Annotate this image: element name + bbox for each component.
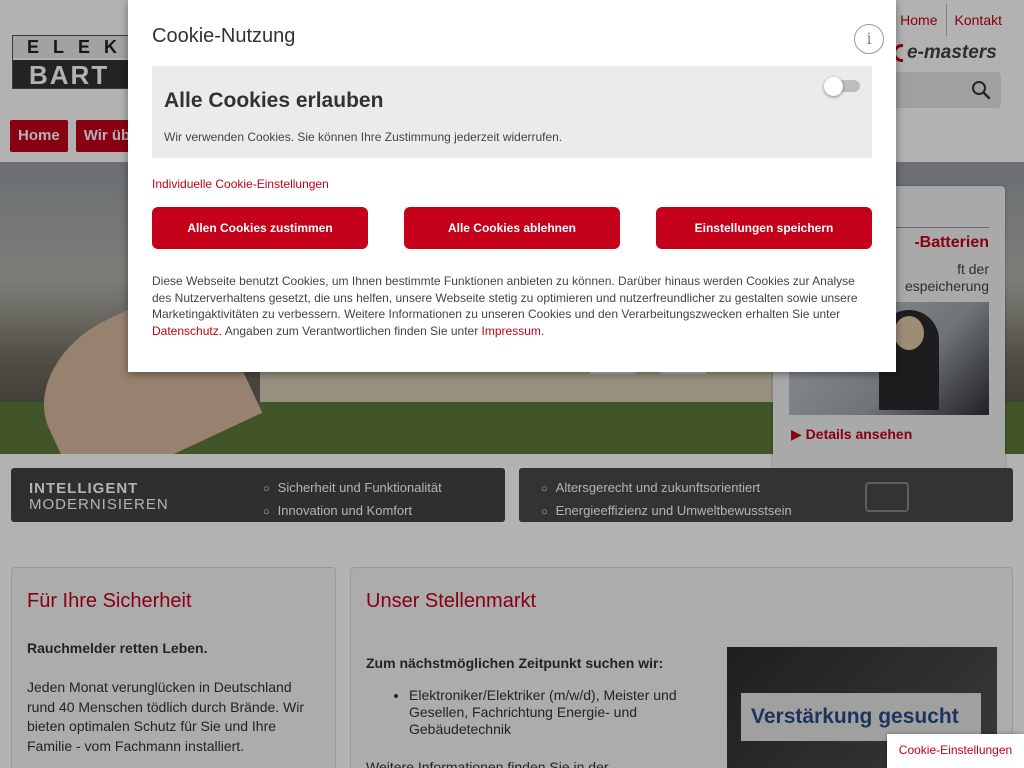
allow-all-title: Alle Cookies erlauben xyxy=(164,89,384,112)
allow-all-toggle[interactable] xyxy=(824,77,860,96)
cookie-modal-title: Cookie-Nutzung xyxy=(152,25,296,47)
privacy-link[interactable]: Datenschutz xyxy=(152,324,219,338)
info-icon[interactable]: i xyxy=(854,24,884,54)
cookie-body-text-2: . Angaben zum Verantwortlichen finden Si… xyxy=(218,324,479,339)
cookie-settings-tab[interactable]: Cookie-Einstellungen xyxy=(887,734,1024,768)
cookie-body-end: . xyxy=(540,324,545,339)
allow-all-description: Wir verwenden Cookies. Sie können Ihre Z… xyxy=(164,130,563,144)
reject-all-button[interactable]: Alle Cookies ablehnen xyxy=(404,207,620,249)
accept-all-button[interactable]: Allen Cookies zustimmen xyxy=(152,207,368,249)
imprint-link[interactable]: Impressum xyxy=(482,324,541,338)
cookie-modal-body: Diese Webseite benutzt Cookies, um Ihnen… xyxy=(152,273,876,340)
individual-settings-link[interactable]: Individuelle Cookie-Einstellungen xyxy=(152,177,329,191)
save-settings-button[interactable]: Einstellungen speichern xyxy=(656,207,872,249)
cookie-modal: Cookie-Nutzung i Alle Cookies erlauben W… xyxy=(128,0,896,372)
allow-all-panel: Alle Cookies erlauben Wir verwenden Cook… xyxy=(152,66,872,158)
toggle-knob xyxy=(824,77,843,96)
cookie-body-text: Diese Webseite benutzt Cookies, um Ihnen… xyxy=(152,274,858,322)
